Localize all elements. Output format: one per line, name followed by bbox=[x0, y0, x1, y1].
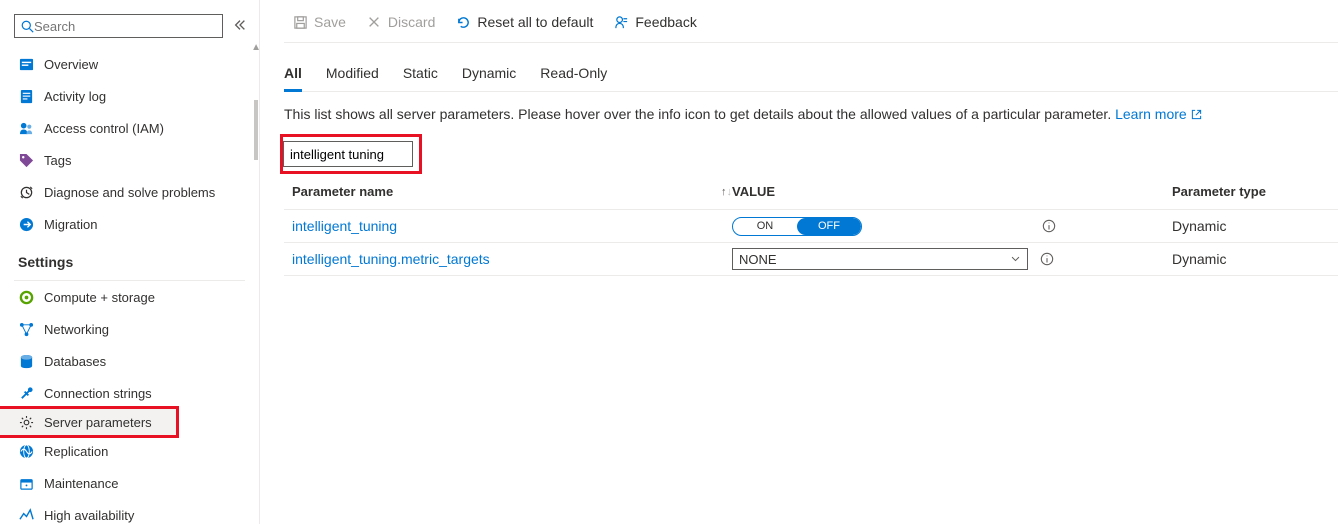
info-text: This list shows all server parameters. P… bbox=[284, 92, 1338, 134]
sort-icon[interactable]: ↑↓ bbox=[721, 186, 732, 198]
filter-highlight bbox=[280, 134, 422, 174]
discard-button[interactable]: Discard bbox=[358, 10, 443, 34]
sidebar-item-iam[interactable]: Access control (IAM) bbox=[0, 112, 259, 144]
feedback-icon bbox=[613, 14, 629, 30]
sidebar-section-settings: Settings bbox=[0, 240, 259, 276]
sidebar-search-input[interactable] bbox=[34, 19, 216, 34]
sidebar-item-label: Tags bbox=[44, 153, 71, 168]
toggle-on[interactable]: ON bbox=[733, 218, 797, 235]
overview-icon bbox=[18, 56, 34, 72]
tab-readonly[interactable]: Read-Only bbox=[540, 65, 607, 91]
migration-icon bbox=[18, 216, 34, 232]
tab-dynamic[interactable]: Dynamic bbox=[462, 65, 516, 91]
learn-more-link[interactable]: Learn more bbox=[1115, 106, 1201, 122]
sidebar-item-label: Server parameters bbox=[44, 415, 152, 430]
gear-icon bbox=[18, 414, 34, 430]
sidebar-item-tags[interactable]: Tags bbox=[0, 144, 259, 176]
column-parameter-name[interactable]: Parameter name bbox=[292, 184, 393, 199]
sidebar-item-label: Maintenance bbox=[44, 476, 118, 491]
sidebar-item-databases[interactable]: Databases bbox=[0, 345, 259, 377]
sidebar-item-label: Activity log bbox=[44, 89, 106, 104]
toolbar: Save Discard Reset all to default Feedba… bbox=[284, 0, 1338, 43]
compute-icon bbox=[18, 289, 34, 305]
sidebar-scrollbar[interactable] bbox=[253, 0, 259, 524]
discard-icon bbox=[366, 14, 382, 30]
sidebar-search[interactable] bbox=[14, 14, 223, 38]
parameter-type-value: Dynamic bbox=[1172, 251, 1338, 267]
ha-icon bbox=[18, 507, 34, 523]
tab-static[interactable]: Static bbox=[403, 65, 438, 91]
sidebar-item-label: Migration bbox=[44, 217, 97, 232]
tab-modified[interactable]: Modified bbox=[326, 65, 379, 91]
sidebar-item-high-availability[interactable]: High availability bbox=[0, 499, 259, 524]
save-label: Save bbox=[314, 14, 346, 30]
connection-icon bbox=[18, 385, 34, 401]
sidebar-item-connection-strings[interactable]: Connection strings bbox=[0, 377, 259, 409]
toggle-control[interactable]: ON OFF bbox=[732, 217, 862, 236]
sidebar-item-replication[interactable]: Replication bbox=[0, 435, 259, 467]
reset-label: Reset all to default bbox=[477, 14, 593, 30]
parameter-filter[interactable] bbox=[283, 141, 413, 167]
column-value[interactable]: VALUE bbox=[732, 184, 1172, 199]
networking-icon bbox=[18, 321, 34, 337]
save-button[interactable]: Save bbox=[284, 10, 354, 34]
maintenance-icon bbox=[18, 475, 34, 491]
tab-all[interactable]: All bbox=[284, 65, 302, 92]
sidebar-item-label: Access control (IAM) bbox=[44, 121, 164, 136]
chevron-double-left-icon bbox=[233, 18, 247, 32]
discard-label: Discard bbox=[388, 14, 435, 30]
info-icon[interactable] bbox=[1042, 219, 1056, 233]
sidebar-nav: Overview Activity log Access control (IA… bbox=[0, 48, 259, 524]
activity-log-icon bbox=[18, 88, 34, 104]
sidebar-item-compute-storage[interactable]: Compute + storage bbox=[0, 281, 259, 313]
sidebar-item-label: Networking bbox=[44, 322, 109, 337]
feedback-button[interactable]: Feedback bbox=[605, 10, 704, 34]
column-parameter-type[interactable]: Parameter type bbox=[1172, 184, 1338, 199]
select-value: NONE bbox=[739, 252, 777, 267]
database-icon bbox=[18, 353, 34, 369]
sidebar-item-overview[interactable]: Overview bbox=[0, 48, 259, 80]
tabs: All Modified Static Dynamic Read-Only bbox=[284, 43, 1338, 92]
sidebar: ▲ Overview Activity log Access control (… bbox=[0, 0, 260, 524]
info-text-content: This list shows all server parameters. P… bbox=[284, 106, 1115, 122]
sidebar-item-activity-log[interactable]: Activity log bbox=[0, 80, 259, 112]
iam-icon bbox=[18, 120, 34, 136]
sidebar-item-diagnose[interactable]: Diagnose and solve problems bbox=[0, 176, 259, 208]
main-content: Save Discard Reset all to default Feedba… bbox=[260, 0, 1338, 524]
search-icon bbox=[21, 20, 34, 33]
replication-icon bbox=[18, 443, 34, 459]
chevron-down-icon bbox=[1010, 252, 1021, 267]
info-icon[interactable] bbox=[1040, 252, 1054, 266]
external-link-icon bbox=[1191, 109, 1202, 120]
parameter-link[interactable]: intelligent_tuning.metric_targets bbox=[292, 251, 490, 267]
save-icon bbox=[292, 14, 308, 30]
sidebar-item-networking[interactable]: Networking bbox=[0, 313, 259, 345]
table-row: intelligent_tuning.metric_targets NONE D… bbox=[284, 243, 1338, 276]
table-row: intelligent_tuning ON OFF Dynamic bbox=[284, 210, 1338, 243]
sidebar-item-label: Diagnose and solve problems bbox=[44, 185, 215, 200]
toggle-off[interactable]: OFF bbox=[797, 218, 861, 235]
select-control[interactable]: NONE bbox=[732, 248, 1028, 270]
sidebar-item-label: High availability bbox=[44, 508, 134, 523]
parameter-filter-input[interactable] bbox=[290, 147, 466, 162]
table-header: Parameter name ↑↓ VALUE Parameter type bbox=[284, 174, 1338, 210]
sidebar-item-server-parameters[interactable]: Server parameters bbox=[0, 406, 179, 438]
diagnose-icon bbox=[18, 184, 34, 200]
sidebar-item-maintenance[interactable]: Maintenance bbox=[0, 467, 259, 499]
collapse-sidebar-button[interactable] bbox=[231, 16, 249, 37]
sidebar-item-migration[interactable]: Migration bbox=[0, 208, 259, 240]
sidebar-item-label: Overview bbox=[44, 57, 98, 72]
tag-icon bbox=[18, 152, 34, 168]
sidebar-item-label: Connection strings bbox=[44, 386, 152, 401]
parameter-link[interactable]: intelligent_tuning bbox=[292, 218, 397, 234]
sidebar-item-label: Replication bbox=[44, 444, 108, 459]
sidebar-item-label: Databases bbox=[44, 354, 106, 369]
reset-icon bbox=[455, 14, 471, 30]
parameter-type-value: Dynamic bbox=[1172, 218, 1338, 234]
feedback-label: Feedback bbox=[635, 14, 696, 30]
sidebar-item-label: Compute + storage bbox=[44, 290, 155, 305]
reset-button[interactable]: Reset all to default bbox=[447, 10, 601, 34]
